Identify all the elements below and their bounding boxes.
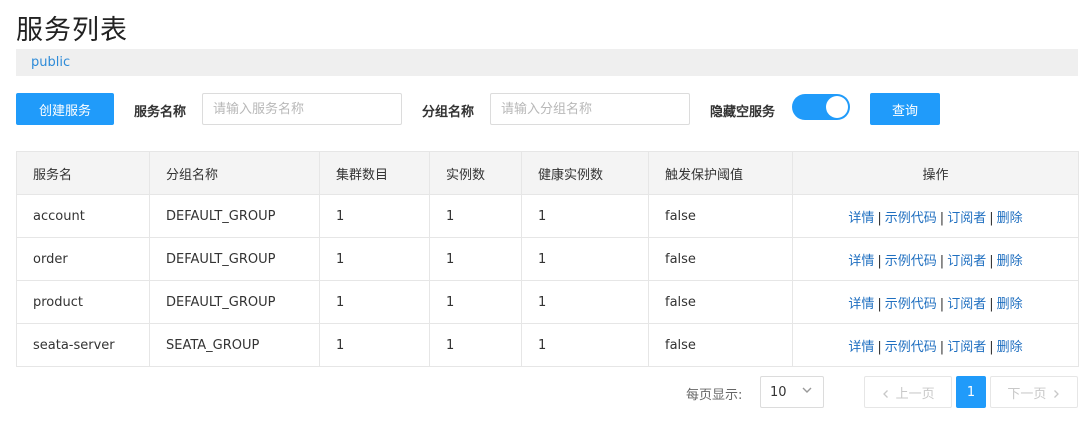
header-threshold: 触发保护阈值 xyxy=(648,151,793,195)
cell-instance-count: 1 xyxy=(429,237,522,281)
delete-link[interactable]: 删除 xyxy=(997,297,1023,312)
service-name-label: 服务名称 xyxy=(134,105,187,120)
header-group-name: 分组名称 xyxy=(149,151,320,195)
sample-code-link[interactable]: 示例代码 xyxy=(885,297,937,312)
cell-cluster-count: 1 xyxy=(319,280,430,324)
hide-empty-toggle[interactable] xyxy=(792,94,850,120)
per-page-select[interactable]: 10 xyxy=(760,376,824,408)
pagination: 每页显示: 10 上一页 1 下一页 xyxy=(0,376,1092,408)
group-name-input[interactable] xyxy=(490,93,690,125)
sample-code-link[interactable]: 示例代码 xyxy=(885,254,937,269)
toggle-knob xyxy=(826,96,848,118)
table-header-row: 服务名 分组名称 集群数目 实例数 健康实例数 触发保护阈值 操作 xyxy=(16,151,1079,195)
detail-link[interactable]: 详情 xyxy=(848,211,874,226)
cell-group-name: SEATA_GROUP xyxy=(149,323,320,367)
header-instance-count: 实例数 xyxy=(429,151,522,195)
chevron-left-icon xyxy=(883,389,889,398)
prev-page-label: 上一页 xyxy=(895,386,935,402)
page-1-button[interactable]: 1 xyxy=(956,376,986,408)
cell-healthy-count: 1 xyxy=(521,194,649,238)
namespace-link[interactable]: public xyxy=(31,55,70,70)
hide-empty-label: 隐藏空服务 xyxy=(710,105,776,120)
cell-healthy-count: 1 xyxy=(521,237,649,281)
cell-actions: 详情 | 示例代码 | 订阅者 | 删除 xyxy=(792,323,1079,367)
cell-service-name: account xyxy=(16,194,150,238)
action-separator: | xyxy=(989,210,994,226)
cell-cluster-count: 1 xyxy=(319,323,430,367)
action-separator: | xyxy=(989,253,994,269)
cell-threshold: false xyxy=(648,323,793,367)
create-service-button[interactable]: 创建服务 xyxy=(16,93,114,125)
cell-group-name: DEFAULT_GROUP xyxy=(149,280,320,324)
prev-page-button[interactable]: 上一页 xyxy=(864,376,952,408)
cell-actions: 详情 | 示例代码 | 订阅者 | 删除 xyxy=(792,280,1079,324)
sample-code-link[interactable]: 示例代码 xyxy=(885,340,937,355)
header-cluster-count: 集群数目 xyxy=(319,151,430,195)
cell-cluster-count: 1 xyxy=(319,194,430,238)
cell-threshold: false xyxy=(648,194,793,238)
detail-link[interactable]: 详情 xyxy=(848,254,874,269)
next-page-button[interactable]: 下一页 xyxy=(990,376,1078,408)
delete-link[interactable]: 删除 xyxy=(997,254,1023,269)
table-row: order DEFAULT_GROUP 1 1 1 false 详情 | 示例代码 |… xyxy=(16,237,1079,281)
cell-group-name: DEFAULT_GROUP xyxy=(149,237,320,281)
chevron-right-icon xyxy=(1053,389,1059,398)
delete-link[interactable]: 删除 xyxy=(997,211,1023,226)
cell-service-name: order xyxy=(16,237,150,281)
table-row: seata-server SEATA_GROUP 1 1 1 false 详情 |… xyxy=(16,323,1079,367)
cell-cluster-count: 1 xyxy=(319,237,430,281)
service-table: 服务名 分组名称 集群数目 实例数 健康实例数 触发保护阈值 操作 accoun… xyxy=(16,151,1079,367)
chevron-down-icon xyxy=(802,387,812,393)
action-separator: | xyxy=(939,253,945,269)
subscribers-link[interactable]: 订阅者 xyxy=(947,211,986,226)
service-name-input[interactable] xyxy=(202,93,402,125)
subscribers-link[interactable]: 订阅者 xyxy=(947,340,986,355)
sample-code-link[interactable]: 示例代码 xyxy=(885,211,937,226)
service-list-page: 服务列表 public 创建服务 服务名称 分组名称 隐藏空服务 查询 服务名 … xyxy=(0,0,1092,423)
table-row: account DEFAULT_GROUP 1 1 1 false 详情 | 示例代… xyxy=(16,194,1079,238)
action-separator: | xyxy=(877,210,882,226)
namespace-bar: public xyxy=(16,49,1078,76)
cell-healthy-count: 1 xyxy=(521,280,649,324)
cell-actions: 详情 | 示例代码 | 订阅者 | 删除 xyxy=(792,194,1079,238)
cell-actions: 详情 | 示例代码 | 订阅者 | 删除 xyxy=(792,237,1079,281)
action-separator: | xyxy=(989,339,994,355)
action-separator: | xyxy=(939,339,945,355)
action-separator: | xyxy=(939,296,945,312)
delete-link[interactable]: 删除 xyxy=(997,340,1023,355)
detail-link[interactable]: 详情 xyxy=(848,297,874,312)
page-title: 服务列表 xyxy=(16,15,128,46)
group-name-label: 分组名称 xyxy=(422,105,475,120)
action-separator: | xyxy=(877,296,882,312)
query-button[interactable]: 查询 xyxy=(870,93,940,125)
action-separator: | xyxy=(877,339,882,355)
per-page-label: 每页显示: xyxy=(686,388,743,403)
cell-threshold: false xyxy=(648,280,793,324)
table-row: product DEFAULT_GROUP 1 1 1 false 详情 | 示例代… xyxy=(16,280,1079,324)
cell-threshold: false xyxy=(648,237,793,281)
cell-group-name: DEFAULT_GROUP xyxy=(149,194,320,238)
action-separator: | xyxy=(989,296,994,312)
cell-instance-count: 1 xyxy=(429,280,522,324)
subscribers-link[interactable]: 订阅者 xyxy=(947,254,986,269)
action-separator: | xyxy=(939,210,945,226)
subscribers-link[interactable]: 订阅者 xyxy=(947,297,986,312)
search-toolbar: 创建服务 服务名称 分组名称 隐藏空服务 查询 xyxy=(16,93,1078,125)
cell-healthy-count: 1 xyxy=(521,323,649,367)
cell-service-name: product xyxy=(16,280,150,324)
next-page-label: 下一页 xyxy=(1007,386,1047,402)
cell-service-name: seata-server xyxy=(16,323,150,367)
cell-instance-count: 1 xyxy=(429,194,522,238)
header-service-name: 服务名 xyxy=(16,151,150,195)
cell-instance-count: 1 xyxy=(429,323,522,367)
per-page-value: 10 xyxy=(770,385,787,400)
detail-link[interactable]: 详情 xyxy=(848,340,874,355)
header-healthy-count: 健康实例数 xyxy=(521,151,649,195)
header-actions: 操作 xyxy=(792,151,1079,195)
action-separator: | xyxy=(877,253,882,269)
